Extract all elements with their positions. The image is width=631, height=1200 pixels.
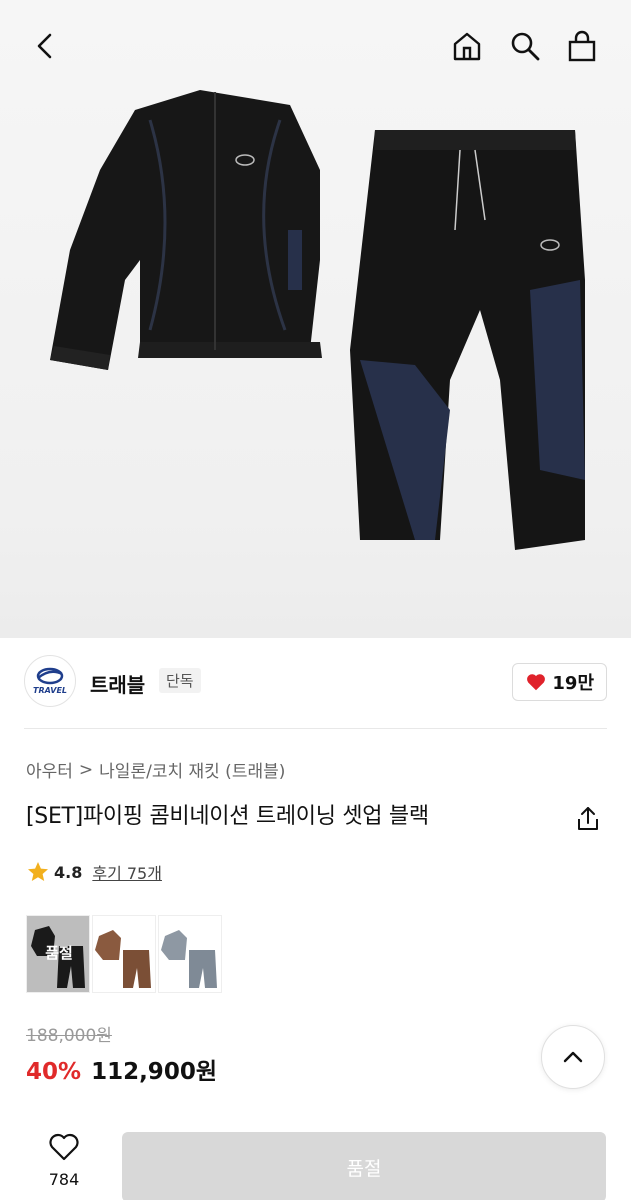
breadcrumb: 아우터 > 나일론/코치 재킷 (트래블) <box>26 757 285 783</box>
share-icon <box>578 807 598 830</box>
breadcrumb-category[interactable]: 아우터 <box>26 757 73 782</box>
home-button[interactable] <box>445 24 489 68</box>
svg-text:TRAVEL: TRAVEL <box>33 686 67 695</box>
wishlist-count: 784 <box>48 1170 80 1189</box>
travel-logo-icon: TRAVEL <box>33 667 67 695</box>
wishlist-button[interactable]: 784 <box>36 1132 92 1189</box>
breadcrumb-subcategory[interactable]: 나일론/코치 재킷 (트래블) <box>99 757 285 782</box>
search-icon <box>511 32 540 61</box>
product-title: [SET]파이핑 콤비네이션 트레이닝 셋업 블랙 <box>26 804 429 829</box>
price-row: 40% 112,900원 <box>26 1052 217 1086</box>
brand-name[interactable]: 트래블 <box>90 669 145 698</box>
back-icon <box>37 33 52 59</box>
home-icon <box>453 32 481 61</box>
top-nav <box>0 0 631 90</box>
rating: 4.8 후기 75개 <box>26 860 162 884</box>
heart-icon <box>527 674 546 691</box>
original-price: 188,000원 <box>26 1026 112 1046</box>
chevron-up-icon <box>563 1051 583 1063</box>
heart-outline-icon <box>49 1133 79 1161</box>
bag-icon <box>568 30 596 62</box>
brand-like-count: 19만 <box>552 673 594 694</box>
scroll-top-button[interactable] <box>541 1025 605 1089</box>
product-hero-image <box>0 0 631 638</box>
color-option-grey[interactable] <box>158 915 222 993</box>
discount-rate: 40% <box>26 1059 82 1085</box>
cart-button[interactable] <box>560 24 604 68</box>
thumb-image <box>95 930 151 988</box>
review-link[interactable]: 후기 75개 <box>92 860 162 884</box>
brand-logo[interactable]: TRAVEL <box>24 655 76 707</box>
rating-score: 4.8 <box>54 862 83 882</box>
color-option-black[interactable]: 품절 <box>26 915 90 993</box>
color-option-brown[interactable] <box>92 915 156 993</box>
share-button[interactable] <box>572 803 604 835</box>
breadcrumb-separator: > <box>78 759 94 780</box>
star-icon <box>28 862 48 881</box>
color-options: 품절 <box>26 915 222 993</box>
brand-row: TRAVEL 트래블 단독 19만 <box>24 655 607 715</box>
divider <box>24 728 607 729</box>
sale-price: 112,900원 <box>91 1059 217 1085</box>
thumb-image <box>161 930 217 988</box>
back-button[interactable] <box>24 24 68 68</box>
exclusive-badge: 단독 <box>159 668 201 693</box>
bottom-bar: 784 품절 <box>0 1118 631 1200</box>
soldout-button[interactable]: 품절 <box>122 1132 606 1200</box>
product-photo <box>50 90 585 550</box>
soldout-label: 품절 <box>45 944 73 962</box>
search-button[interactable] <box>503 24 547 68</box>
brand-like-button[interactable]: 19만 <box>512 663 607 701</box>
